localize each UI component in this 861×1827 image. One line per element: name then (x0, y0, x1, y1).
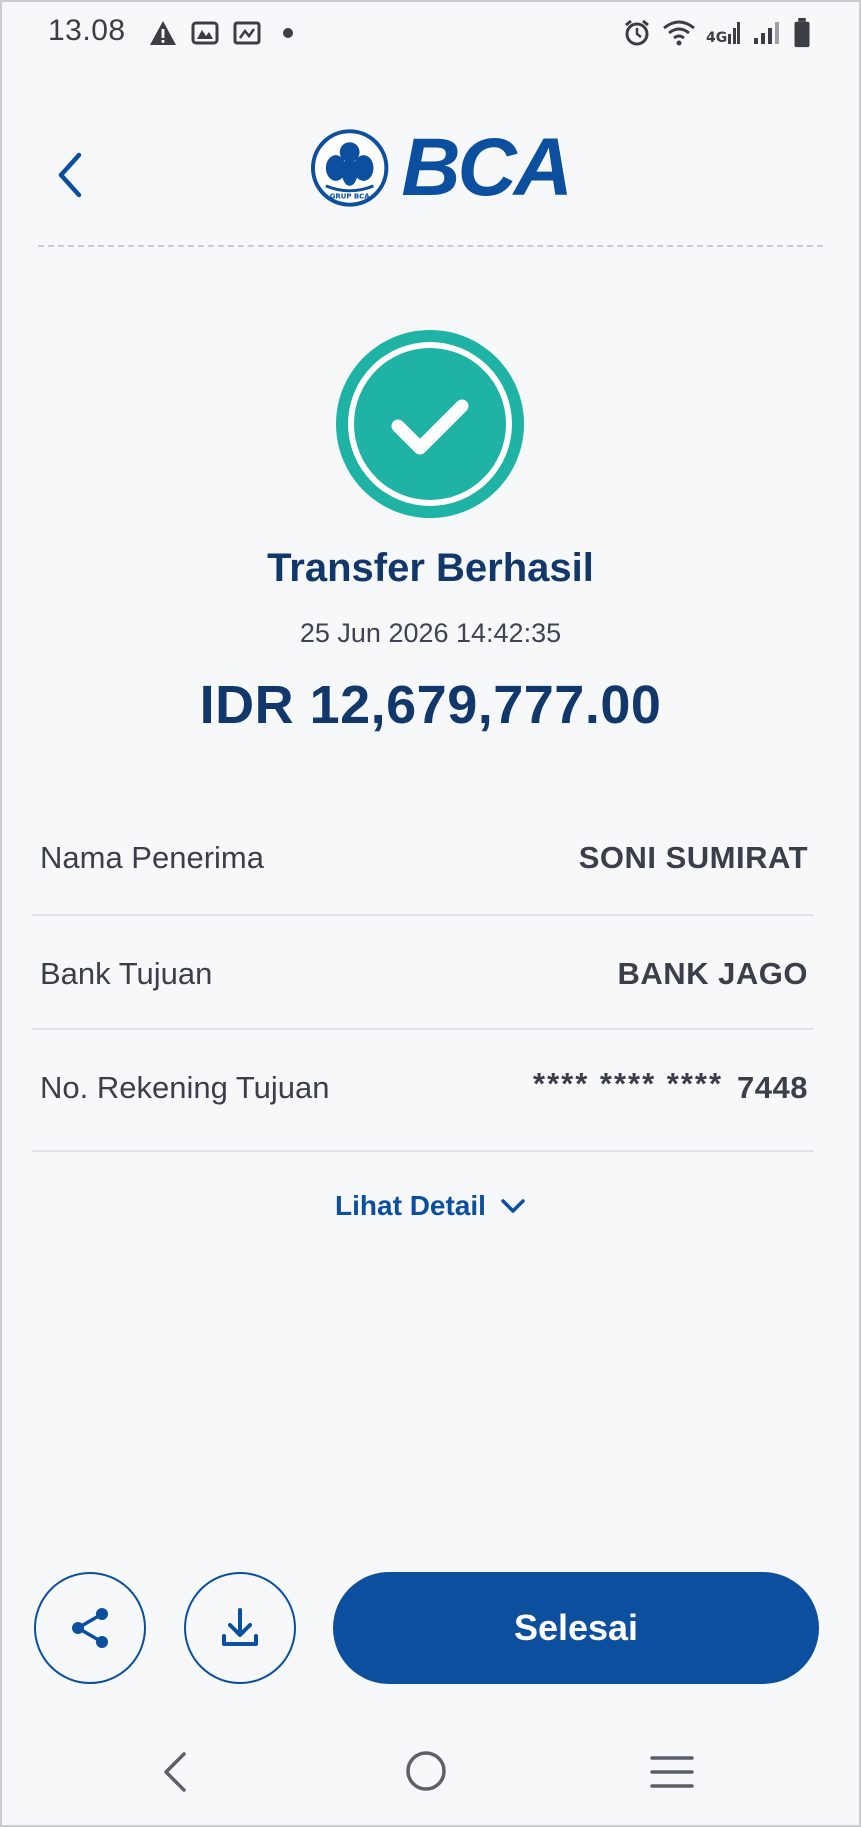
status-time: 13.08 (48, 14, 126, 47)
detail-label: No. Rekening Tujuan (40, 1070, 330, 1105)
nav-home-icon[interactable] (403, 1748, 449, 1794)
header-divider (38, 245, 823, 247)
transfer-status-title: Transfer Berhasil (267, 546, 594, 590)
bca-logo: GRUP BCA BCA (310, 122, 573, 213)
signal-icon (754, 22, 779, 44)
svg-text:GRUP BCA: GRUP BCA (330, 193, 371, 201)
bca-logo-text: BCA (401, 122, 573, 213)
app-header: GRUP BCA BCA (0, 100, 861, 240)
screenshot-icon (233, 21, 261, 45)
recipient-name-value: SONI SUMIRAT (578, 840, 808, 875)
detail-row-account-number: No. Rekening Tujuan **** **** **** 7448 (32, 1030, 814, 1152)
back-button[interactable] (44, 140, 96, 210)
download-button[interactable] (184, 1572, 296, 1684)
share-icon (72, 1608, 108, 1648)
chevron-left-icon (58, 152, 82, 198)
wifi-icon (663, 20, 695, 46)
done-button[interactable]: Selesai (333, 1572, 819, 1684)
nav-back-icon[interactable] (160, 1750, 190, 1794)
nav-menu-icon[interactable] (650, 1754, 694, 1790)
alarm-icon (625, 19, 649, 46)
see-detail-label: Lihat Detail (335, 1190, 486, 1221)
transfer-amount: IDR 12,679,777.00 (199, 675, 662, 735)
transaction-datetime: 25 Jun 2026 14:42:35 (299, 618, 562, 648)
detail-row-destination-bank: Bank Tujuan BANK JAGO (32, 916, 814, 1030)
chevron-down-icon (501, 1199, 525, 1213)
detail-row-recipient-name: Nama Penerima SONI SUMIRAT (32, 800, 814, 916)
4g-signal-icon: 4G (706, 22, 740, 46)
share-button[interactable] (34, 1572, 146, 1684)
detail-label: Nama Penerima (40, 840, 264, 875)
svg-text:4G: 4G (706, 30, 727, 46)
warning-icon (150, 21, 176, 45)
see-detail-toggle[interactable]: Lihat Detail (0, 1190, 861, 1222)
check-circle-icon (336, 330, 524, 518)
battery-icon (794, 18, 810, 48)
download-icon (222, 1608, 258, 1646)
account-number-last-digits: 7448 (737, 1070, 808, 1105)
status-bar: 13.08 4G (0, 0, 861, 66)
transfer-details: Nama Penerima SONI SUMIRAT Bank Tujuan B… (32, 800, 814, 1152)
gallery-icon (191, 21, 219, 45)
detail-label: Bank Tujuan (40, 956, 213, 991)
destination-bank-value: BANK JAGO (617, 956, 808, 991)
notification-dot-icon (283, 28, 293, 38)
system-navigation-bar (0, 1740, 861, 1810)
account-number-mask: **** **** **** (533, 1066, 724, 1101)
account-number-value: **** **** **** 7448 (533, 1066, 808, 1106)
bca-emblem-icon: GRUP BCA (310, 129, 389, 207)
